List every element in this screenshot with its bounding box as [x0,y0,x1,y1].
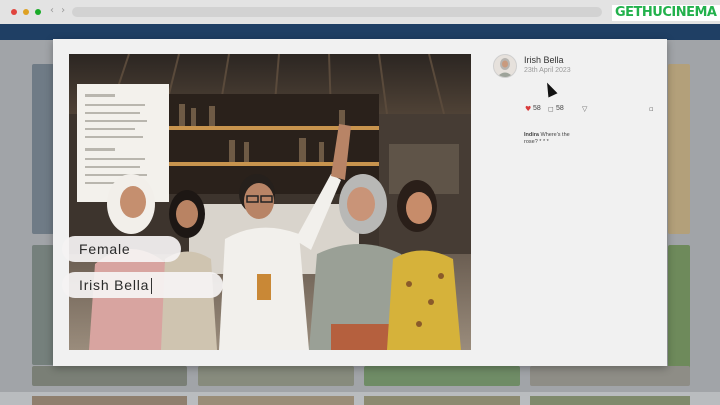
feed-tile[interactable] [32,245,54,365]
like-count: 58 [533,105,541,112]
post-details-panel: Irish Bella 23th April 2023 ♥ 58 ◻ 58 ▽ … [491,51,657,351]
browser-titlebar: ‹ › GETHUCINEMA [0,0,720,24]
feed-tile[interactable] [668,64,690,234]
name-input[interactable]: Irish Bella [62,272,223,298]
comment-item: Indira Where's the rose? * * * [524,132,584,146]
name-text: Irish Bella [79,277,150,293]
text-caret [151,278,153,295]
comment-count: 58 [556,105,564,112]
site-navbar [0,24,720,40]
address-bar[interactable] [72,7,602,17]
feed-tile[interactable] [668,245,690,380]
feed-tile[interactable] [530,366,690,386]
comment-author[interactable]: Indira [524,132,539,138]
feed-tile[interactable] [530,396,690,405]
close-window-button[interactable] [11,9,17,15]
feed-tile[interactable] [198,396,354,405]
avatar-image [494,55,516,77]
feed-tile[interactable] [364,396,520,405]
send-icon[interactable]: ▽ [582,103,587,115]
feed-tile[interactable] [198,366,354,386]
post-modal: Irish Bella 23th April 2023 ♥ 58 ◻ 58 ▽ … [53,39,667,366]
feed-tile[interactable] [364,366,520,386]
feed-tile[interactable] [32,396,187,405]
bookmark-icon[interactable]: ▫ [649,103,654,115]
watermark-logo: GETHUCINEMA [612,5,720,21]
minimize-window-button[interactable] [23,9,29,15]
feed-tile[interactable] [32,64,54,234]
maximize-window-button[interactable] [35,9,41,15]
feed-tile[interactable] [32,366,187,386]
post-photo [69,54,471,350]
post-date: 23th April 2023 [524,67,571,74]
heart-icon[interactable]: ♥ [525,103,531,115]
comment-icon[interactable]: ◻ [548,103,554,115]
group-photo-illustration [69,54,471,350]
post-username[interactable]: Irish Bella [524,55,564,65]
post-actions: ♥ 58 ◻ 58 ▽ ▫ [525,103,655,115]
avatar[interactable] [493,54,517,78]
nav-arrows-icon[interactable]: ‹ › [50,5,67,16]
gender-label: Female [62,236,181,262]
gender-text: Female [79,241,131,257]
